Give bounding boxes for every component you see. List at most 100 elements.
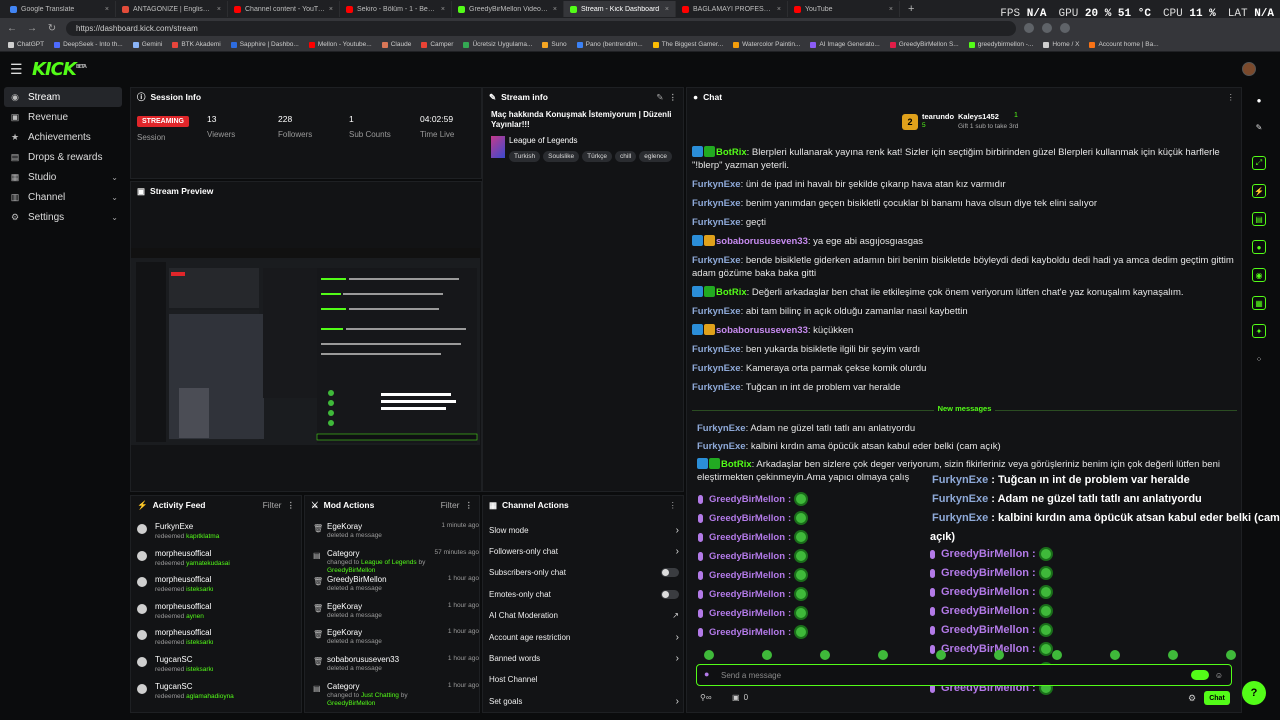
sidebar-item-channel[interactable]: ▥ Channel ⌄ bbox=[0, 187, 126, 207]
mod-action-item[interactable]: ▤ Category changed to League of Legends by… bbox=[313, 547, 479, 574]
bookmark-item[interactable]: Gemini bbox=[132, 41, 162, 48]
avatar[interactable] bbox=[1242, 62, 1256, 76]
stream-tag[interactable]: Türkçe bbox=[582, 151, 613, 162]
bookmark-item[interactable]: Account home | Ba... bbox=[1089, 41, 1159, 48]
close-icon[interactable]: × bbox=[441, 6, 445, 13]
channel-action-followers-only-chat[interactable]: Followers-only chat › bbox=[489, 541, 679, 561]
chat-username[interactable]: FurkynExe bbox=[692, 306, 741, 317]
more-icon[interactable]: ⋮ bbox=[465, 500, 474, 511]
emote-icon[interactable] bbox=[878, 650, 888, 660]
activity-item[interactable]: morpheusofficalredeemed isteksarkı1 hour… bbox=[137, 573, 433, 599]
back-icon[interactable]: ← bbox=[6, 23, 18, 34]
emote-toggle-icon[interactable] bbox=[1190, 670, 1209, 680]
chat-username[interactable]: FurkynExe bbox=[692, 217, 741, 228]
kick-logo[interactable]: KICKBETA bbox=[32, 59, 87, 80]
new-tab-button[interactable]: + bbox=[900, 3, 922, 15]
pen-icon[interactable]: ✎ bbox=[1252, 120, 1266, 134]
close-icon[interactable]: × bbox=[777, 6, 781, 13]
emote-icon[interactable] bbox=[1052, 650, 1062, 660]
more-icon[interactable]: ⋮ bbox=[669, 500, 678, 511]
sidebar-item-studio[interactable]: ▦ Studio ⌄ bbox=[0, 167, 126, 187]
browser-tab[interactable]: Sekiro - Bölüm - 1 - Ben Bu Oyunu × bbox=[340, 1, 452, 17]
forward-icon[interactable]: → bbox=[26, 23, 38, 34]
channel-action-account-age-restriction[interactable]: Account age restriction › bbox=[489, 627, 679, 647]
emote-icon[interactable] bbox=[994, 650, 1004, 660]
menu-icon[interactable]: ☰ bbox=[10, 61, 32, 78]
chat-username[interactable]: FurkynExe bbox=[697, 441, 746, 452]
chat-username[interactable]: GreedyBirMellon bbox=[941, 624, 1029, 636]
chat-username[interactable]: GreedyBirMellon bbox=[941, 548, 1029, 560]
chat-username[interactable]: BotRix bbox=[716, 147, 747, 158]
more-icon[interactable]: ⋮ bbox=[669, 92, 678, 103]
mod-action-item[interactable]: 🗑 EgeKoray deleted a message 1 hour ago bbox=[313, 600, 479, 626]
emote-icon[interactable] bbox=[936, 650, 946, 660]
chat-username[interactable]: GreedyBirMellon bbox=[941, 605, 1029, 617]
activity-item[interactable]: FurkynExeredeemed kapıtklatma25 minutes … bbox=[137, 520, 433, 546]
activity-item[interactable]: TugcanSCredeemed isteksarkı2 hours ago bbox=[137, 653, 433, 679]
chat-username[interactable]: FurkynExe bbox=[692, 363, 741, 374]
profile-icon[interactable] bbox=[1060, 23, 1070, 33]
browser-tab[interactable]: BAĞLAMAYI PROFESYONEL ÇALM × bbox=[676, 1, 788, 17]
bookmark-item[interactable]: Suno bbox=[542, 41, 567, 48]
chat-input[interactable]: Send a message ☺ bbox=[696, 664, 1232, 686]
close-icon[interactable]: × bbox=[665, 6, 669, 13]
activity-item[interactable]: TugcanSCredeemed aglamahadioyna2 hours a… bbox=[137, 680, 433, 706]
chat-username[interactable]: GreedyBirMellon bbox=[709, 513, 785, 524]
chat-settings-icon[interactable]: ⚙ bbox=[1188, 693, 1196, 704]
bookmark-item[interactable]: GreedyBirMellon S... bbox=[889, 41, 959, 48]
bookmark-item[interactable]: Camper bbox=[421, 41, 453, 48]
bookmark-item[interactable]: Pano (bentrendim... bbox=[576, 41, 643, 48]
calendar-icon[interactable]: ▦ bbox=[1252, 296, 1266, 310]
help-icon[interactable]: ? bbox=[1242, 681, 1266, 705]
chat-username[interactable]: FurkynExe bbox=[692, 344, 741, 355]
sidebar-item-revenue[interactable]: ▣ Revenue bbox=[0, 107, 126, 127]
chat-username[interactable]: GreedyBirMellon bbox=[709, 589, 785, 600]
close-icon[interactable]: × bbox=[329, 6, 333, 13]
clipboard-icon[interactable]: ▤ bbox=[1252, 212, 1266, 226]
info-icon[interactable]: ● bbox=[1252, 93, 1266, 107]
emote-icon[interactable] bbox=[1110, 650, 1120, 660]
reload-icon[interactable]: ↻ bbox=[46, 23, 58, 34]
close-icon[interactable]: × bbox=[217, 6, 221, 13]
activity-item[interactable]: morpheusofficalredeemed isteksarkı2 hour… bbox=[137, 626, 433, 652]
mod-action-item[interactable]: ▤ Category changed to Just Chatting by Gre… bbox=[313, 680, 479, 707]
chat-username[interactable]: GreedyBirMellon bbox=[709, 551, 785, 562]
mod-action-item[interactable]: 🗑 sobaborususeven33 deleted a message 1 hou… bbox=[313, 653, 479, 679]
bookmark-item[interactable]: AI Image Generato... bbox=[810, 41, 880, 48]
chat-username[interactable]: GreedyBirMellon bbox=[709, 608, 785, 619]
broadcast-icon[interactable]: ◉ bbox=[1252, 268, 1266, 282]
bookmark-item[interactable]: Ücretsiz Uygulama... bbox=[463, 41, 532, 48]
sidebar-item-drops[interactable]: ▤ Drops & rewards bbox=[0, 147, 126, 167]
browser-tab[interactable]: Channel content - YouTube Studio × bbox=[228, 1, 340, 17]
chat-username[interactable]: FurkynExe bbox=[692, 179, 741, 190]
activity-item[interactable]: morpheusofficalredeemed aynen1 hour ago bbox=[137, 600, 433, 626]
bookmark-item[interactable]: Home / X bbox=[1043, 41, 1079, 48]
bookmark-item[interactable]: Watercolor Paintin... bbox=[733, 41, 800, 48]
emote-icon[interactable] bbox=[1168, 650, 1178, 660]
bookmark-item[interactable]: Claude bbox=[381, 41, 411, 48]
chat-username[interactable]: FurkynExe bbox=[692, 255, 741, 266]
browser-tab[interactable]: Google Translate × bbox=[4, 1, 116, 17]
channel-action-host-channel[interactable]: Host Channel bbox=[489, 670, 679, 690]
stream-tag[interactable]: Soulslike bbox=[543, 151, 580, 162]
close-icon[interactable]: × bbox=[889, 6, 893, 13]
emote-icon[interactable] bbox=[762, 650, 772, 660]
stream-tag[interactable]: eglence bbox=[639, 151, 672, 162]
bookmark-item[interactable]: ChatGPT bbox=[8, 41, 44, 48]
channel-action-subscribers-only-chat[interactable]: Subscribers-only chat bbox=[489, 563, 679, 583]
channel-action-set-goals[interactable]: Set goals › bbox=[489, 691, 679, 711]
browser-tab[interactable]: Stream - Kick Dashboard × bbox=[564, 1, 676, 17]
activity-item[interactable]: morpheusofficalredeemed yamatekudasai55 … bbox=[137, 547, 433, 573]
bookmark-item[interactable]: DeepSeek - Into th... bbox=[54, 41, 123, 48]
chat-username[interactable]: GreedyBirMellon bbox=[941, 586, 1029, 598]
extension-icon[interactable] bbox=[1042, 23, 1052, 33]
emote-icon[interactable] bbox=[704, 650, 714, 660]
channel-action-emotes-only-chat[interactable]: Emotes-only chat bbox=[489, 584, 679, 604]
browser-tab[interactable]: ANTAGONIZE | English meaning - × bbox=[116, 1, 228, 17]
chat-username[interactable]: FurkynExe bbox=[692, 198, 741, 209]
stream-tag[interactable]: chill bbox=[615, 151, 637, 162]
bookmark-item[interactable]: Sapphire | Dashbo... bbox=[230, 41, 299, 48]
stream-tag[interactable]: Turkish bbox=[509, 151, 541, 162]
sidebar-item-stream[interactable]: ◉ Stream bbox=[4, 87, 122, 107]
chat-username[interactable]: GreedyBirMellon bbox=[709, 494, 785, 505]
